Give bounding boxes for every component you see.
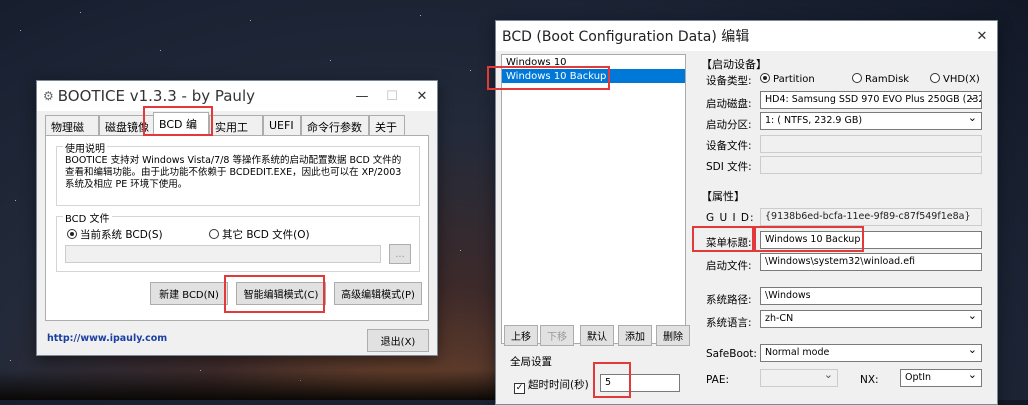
entry-list[interactable]: Windows 10 Windows 10 Backup: [501, 54, 686, 344]
boot-partition-label: 启动分区:: [706, 119, 752, 131]
exit-button[interactable]: 退出(X): [367, 329, 429, 352]
maximize-icon[interactable]: ☐: [377, 81, 407, 111]
browse-button[interactable]: ...: [389, 244, 411, 264]
nx-select[interactable]: OptIn: [900, 369, 982, 387]
guid-label: G U I D:: [706, 212, 755, 224]
advanced-edit-button[interactable]: 高级编辑模式(P): [334, 282, 422, 305]
tab-panel: 使用说明 BOOTICE 支持对 Windows Vista/7/8 等操作系统…: [45, 135, 429, 321]
boot-partition-select[interactable]: 1: ( NTFS, 232.9 GB): [760, 112, 982, 130]
tab-physical-disk[interactable]: 物理磁盘: [45, 115, 99, 150]
sdi-file-label: SDI 文件:: [706, 161, 752, 173]
bcd-editor-window: BCD (Boot Configuration Data) 编辑 ✕ Windo…: [495, 20, 998, 405]
move-up-button[interactable]: 上移: [504, 325, 538, 346]
bcd-file-label: BCD 文件: [63, 210, 112, 225]
minimize-icon[interactable]: —: [347, 81, 377, 111]
new-bcd-button[interactable]: 新建 BCD(N): [150, 282, 228, 305]
attributes-header: 【属性】: [701, 190, 745, 203]
bcd-titlebar[interactable]: BCD (Boot Configuration Data) 编辑 ✕: [496, 21, 997, 51]
menu-title-input[interactable]: Windows 10 Backup: [760, 231, 982, 249]
radio-icon: [67, 229, 77, 239]
safeboot-select[interactable]: Normal mode: [760, 344, 982, 362]
boot-disk-label: 启动磁盘:: [706, 98, 752, 110]
tab-disk-image[interactable]: 磁盘镜像: [99, 115, 155, 135]
bootice-title: BOOTICE v1.3.3 - by Pauly: [57, 87, 255, 105]
radio-partition[interactable]: Partition: [760, 73, 815, 85]
timeout-input[interactable]: 5: [600, 374, 680, 392]
system-path-label: 系统路径:: [706, 294, 752, 306]
radio-other-bcd[interactable]: 其它 BCD 文件(O): [209, 227, 310, 242]
tab-about[interactable]: 关于: [369, 115, 405, 135]
system-language-select[interactable]: zh-CN: [760, 310, 982, 328]
system-language-label: 系统语言:: [706, 317, 752, 329]
radio-icon: [760, 73, 770, 83]
boot-file-label: 启动文件:: [706, 260, 752, 272]
usage-text: BOOTICE 支持对 Windows Vista/7/8 等操作系统的启动配置…: [65, 155, 402, 190]
app-icon: ⚙: [43, 89, 54, 103]
checkbox-icon: ✓: [514, 383, 525, 394]
close-icon[interactable]: ✕: [967, 21, 997, 51]
device-file-input[interactable]: [760, 135, 982, 153]
guid-field: {9138b6ed-bcfa-11ee-9f89-c87f549f1e8a}: [760, 208, 982, 226]
add-entry-button[interactable]: 添加: [618, 325, 652, 346]
website-link[interactable]: http://www.ipauly.com: [47, 333, 167, 344]
device-type-label: 设备类型:: [706, 75, 752, 87]
radio-icon: [209, 229, 219, 239]
timeout-checkbox[interactable]: ✓ 超时时间(秒): [514, 377, 589, 394]
boot-device-header: 【启动设备】: [701, 58, 767, 71]
boot-file-input[interactable]: \Windows\system32\winload.efi: [760, 253, 982, 271]
tab-strip: 物理磁盘 磁盘镜像 BCD 编辑 实用工具 UEFI 命令行参数 关于: [45, 112, 435, 150]
tab-uefi[interactable]: UEFI: [263, 115, 301, 135]
system-path-input[interactable]: \Windows: [760, 287, 982, 305]
set-default-button[interactable]: 默认: [580, 325, 614, 346]
radio-current-bcd[interactable]: 当前系统 BCD(S): [67, 227, 163, 242]
radio-icon: [930, 73, 940, 83]
tab-bcd-edit[interactable]: BCD 编辑: [153, 112, 209, 147]
delete-entry-button[interactable]: 删除: [656, 325, 690, 346]
tab-cmdline[interactable]: 命令行参数: [301, 115, 369, 135]
radio-vhd[interactable]: VHD(X): [930, 73, 980, 85]
safeboot-label: SafeBoot:: [706, 348, 757, 360]
tab-utilities[interactable]: 实用工具: [209, 115, 263, 150]
bootice-titlebar[interactable]: ⚙ BOOTICE v1.3.3 - by Pauly — ☐ ✕: [37, 81, 437, 111]
pae-label: PAE:: [706, 374, 730, 386]
close-icon[interactable]: ✕: [407, 81, 437, 111]
sdi-file-input[interactable]: [760, 156, 982, 174]
menu-title-label: 菜单标题:: [706, 237, 752, 249]
nx-label: NX:: [860, 374, 879, 386]
list-item[interactable]: Windows 10: [502, 55, 685, 69]
bcd-path-field[interactable]: [65, 245, 381, 263]
radio-ramdisk[interactable]: RamDisk: [852, 73, 909, 85]
bcd-title: BCD (Boot Configuration Data) 编辑: [502, 29, 750, 45]
smart-edit-button[interactable]: 智能编辑模式(C): [236, 282, 326, 305]
list-item[interactable]: Windows 10 Backup: [502, 69, 685, 83]
bootice-window: ⚙ BOOTICE v1.3.3 - by Pauly — ☐ ✕ 物理磁盘 磁…: [36, 80, 438, 356]
bcd-file-group: BCD 文件 当前系统 BCD(S) 其它 BCD 文件(O) ...: [56, 210, 420, 272]
device-file-label: 设备文件:: [706, 140, 752, 152]
move-down-button[interactable]: 下移: [540, 325, 574, 346]
radio-icon: [852, 73, 862, 83]
pae-select[interactable]: [760, 369, 838, 387]
global-settings-label: 全局设置: [510, 356, 552, 368]
usage-label: 使用说明: [63, 140, 107, 155]
boot-disk-select[interactable]: HD4: Samsung SSD 970 EVO Plus 250GB (232…: [760, 91, 982, 109]
usage-group: 使用说明 BOOTICE 支持对 Windows Vista/7/8 等操作系统…: [56, 140, 420, 206]
